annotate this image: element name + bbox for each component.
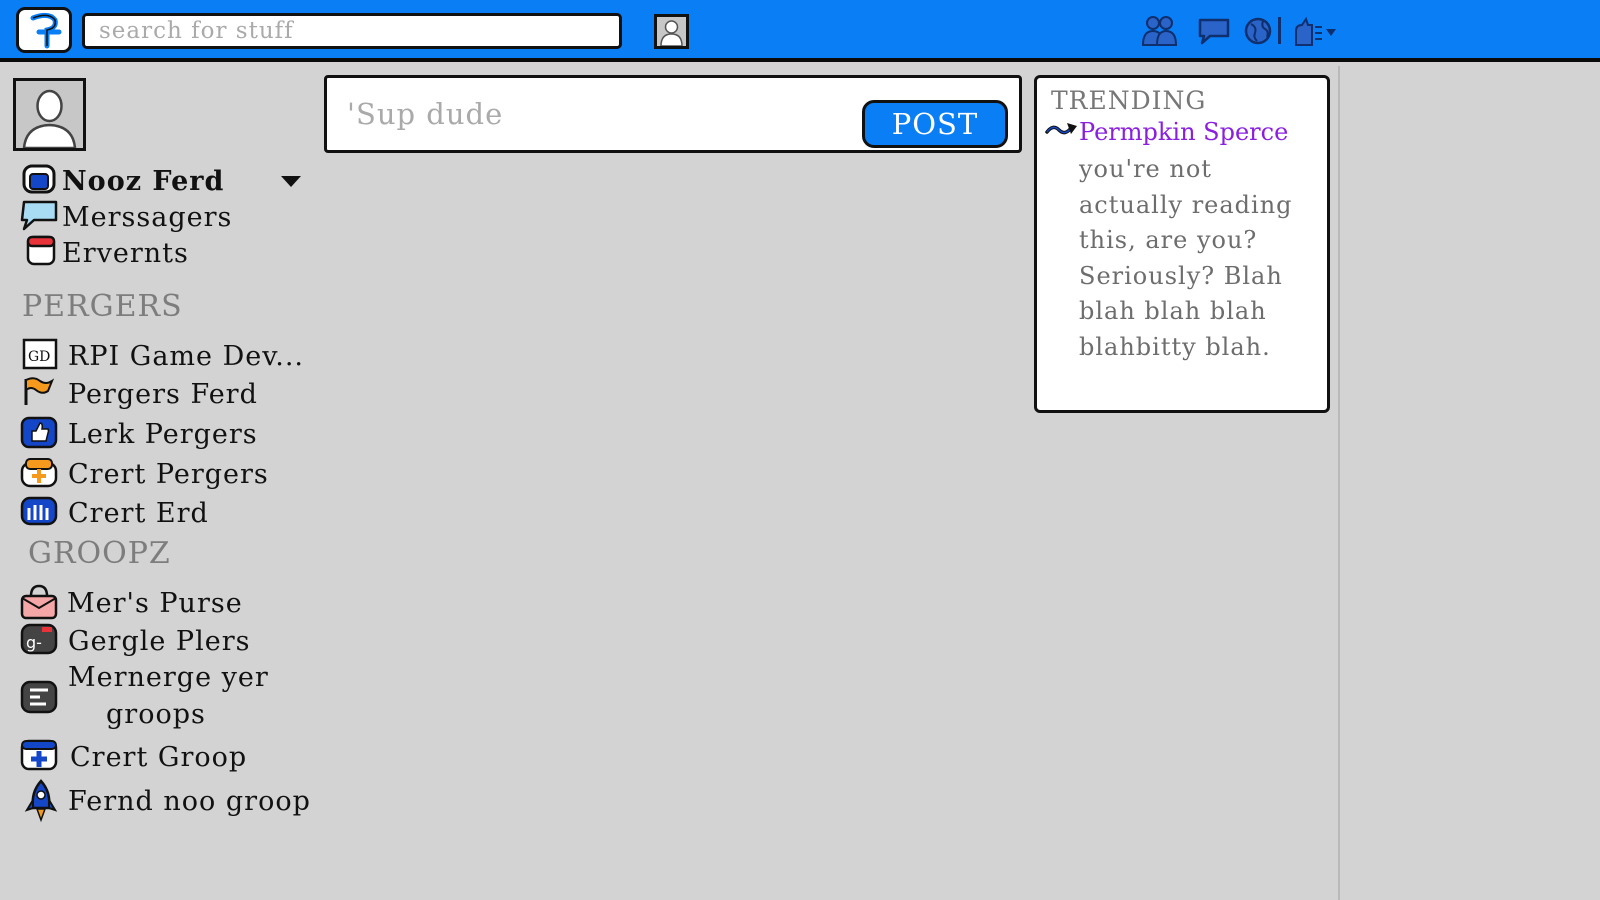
toolbar-divider xyxy=(1278,17,1281,44)
sidebar-item-google-plus[interactable]: g- Gergle Plers xyxy=(18,622,250,660)
chat-icon[interactable] xyxy=(1196,16,1232,46)
sidebar-item-pages-feed[interactable]: Pergers Ferd xyxy=(18,375,258,413)
sidebar-item-events[interactable]: Ervernts xyxy=(18,234,189,272)
svg-text:GD: GD xyxy=(28,349,50,365)
trending-arrow-icon xyxy=(1045,123,1077,135)
right-column-divider xyxy=(1338,66,1340,900)
events-icon xyxy=(18,234,62,272)
messages-icon xyxy=(18,198,62,236)
svg-text:g-: g- xyxy=(26,633,42,652)
sidebar-item-label: Lerk Pergers xyxy=(68,418,258,450)
groups-heading: GROOPZ xyxy=(28,536,171,571)
sidebar-item-profile[interactable]: Nooz Ferd xyxy=(18,162,224,200)
post-button[interactable]: POST xyxy=(862,100,1008,148)
account-settings-icon[interactable] xyxy=(1292,15,1340,47)
profile-icon xyxy=(18,162,62,200)
sidebar-item-find-new-group[interactable]: Fernd noo groop xyxy=(18,778,311,824)
profile-name: Nooz Ferd xyxy=(62,165,225,197)
sidebar-item-label: Mer's Purse xyxy=(67,587,243,619)
sidebar-item-label: Merssagers xyxy=(62,201,233,233)
trending-topic-description: you're not actually reading this, are yo… xyxy=(1079,155,1293,361)
sidebar-item-create-group[interactable]: Crert Groop xyxy=(18,738,247,776)
sidebar-item-label: Fernd noo groop xyxy=(68,785,311,817)
trending-heading: TRENDING xyxy=(1051,86,1207,115)
sidebar-item-messages[interactable]: Merssagers xyxy=(18,198,232,236)
sidebar-item-create-ad[interactable]: Crert Erd xyxy=(18,494,209,532)
flag-icon xyxy=(18,375,62,413)
user-avatar-icon[interactable] xyxy=(654,14,689,49)
top-navigation-bar xyxy=(0,0,1600,62)
sidebar-item-label: Ervernts xyxy=(62,237,189,269)
ad-icon xyxy=(18,494,62,532)
logo-icon[interactable] xyxy=(16,7,72,53)
sidebar-item-like-pages[interactable]: Lerk Pergers xyxy=(18,415,258,453)
sidebar-item-label: RPI Game Dev... xyxy=(68,340,304,372)
sidebar-item-label: Gergle Plers xyxy=(68,625,251,657)
sidebar-item-label: Crert Erd xyxy=(68,497,209,529)
globe-icon[interactable] xyxy=(1243,15,1273,47)
google-plus-icon: g- xyxy=(18,622,62,660)
chevron-down-icon[interactable] xyxy=(280,174,302,188)
rocket-icon xyxy=(18,778,62,824)
sidebar-item-label: Crert Pergers xyxy=(68,458,269,490)
status-input[interactable] xyxy=(347,92,827,136)
sidebar-item-label: Pergers Ferd xyxy=(68,378,258,410)
purse-icon xyxy=(18,584,62,622)
trending-panel: TRENDING Permpkin Sperce you're not actu… xyxy=(1034,75,1330,413)
sidebar-item-rpi-game-dev[interactable]: GD RPI Game Dev... xyxy=(18,337,304,375)
sidebar-item-label: Crert Groop xyxy=(70,741,248,773)
manage-groups-icon xyxy=(18,666,62,726)
search-input[interactable] xyxy=(82,13,622,49)
pages-heading: PERGERS xyxy=(22,289,183,324)
sidebar-item-create-page[interactable]: Crert Pergers xyxy=(18,455,269,493)
friends-icon[interactable] xyxy=(1140,15,1178,47)
game-dev-page-icon: GD xyxy=(18,337,62,375)
trending-topic-link[interactable]: Permpkin Sperce xyxy=(1079,118,1288,146)
sidebar-item-manage-groups[interactable]: Mernerge yer groops xyxy=(18,662,269,730)
profile-picture[interactable] xyxy=(13,78,86,151)
create-page-icon xyxy=(18,455,62,493)
create-group-icon xyxy=(18,738,62,776)
sidebar-item-mers-purse[interactable]: Mer's Purse xyxy=(18,584,243,622)
sidebar-item-label-continued: groops xyxy=(106,699,206,730)
sidebar-item-label: Mernerge yer xyxy=(68,662,269,693)
like-icon xyxy=(18,415,62,453)
